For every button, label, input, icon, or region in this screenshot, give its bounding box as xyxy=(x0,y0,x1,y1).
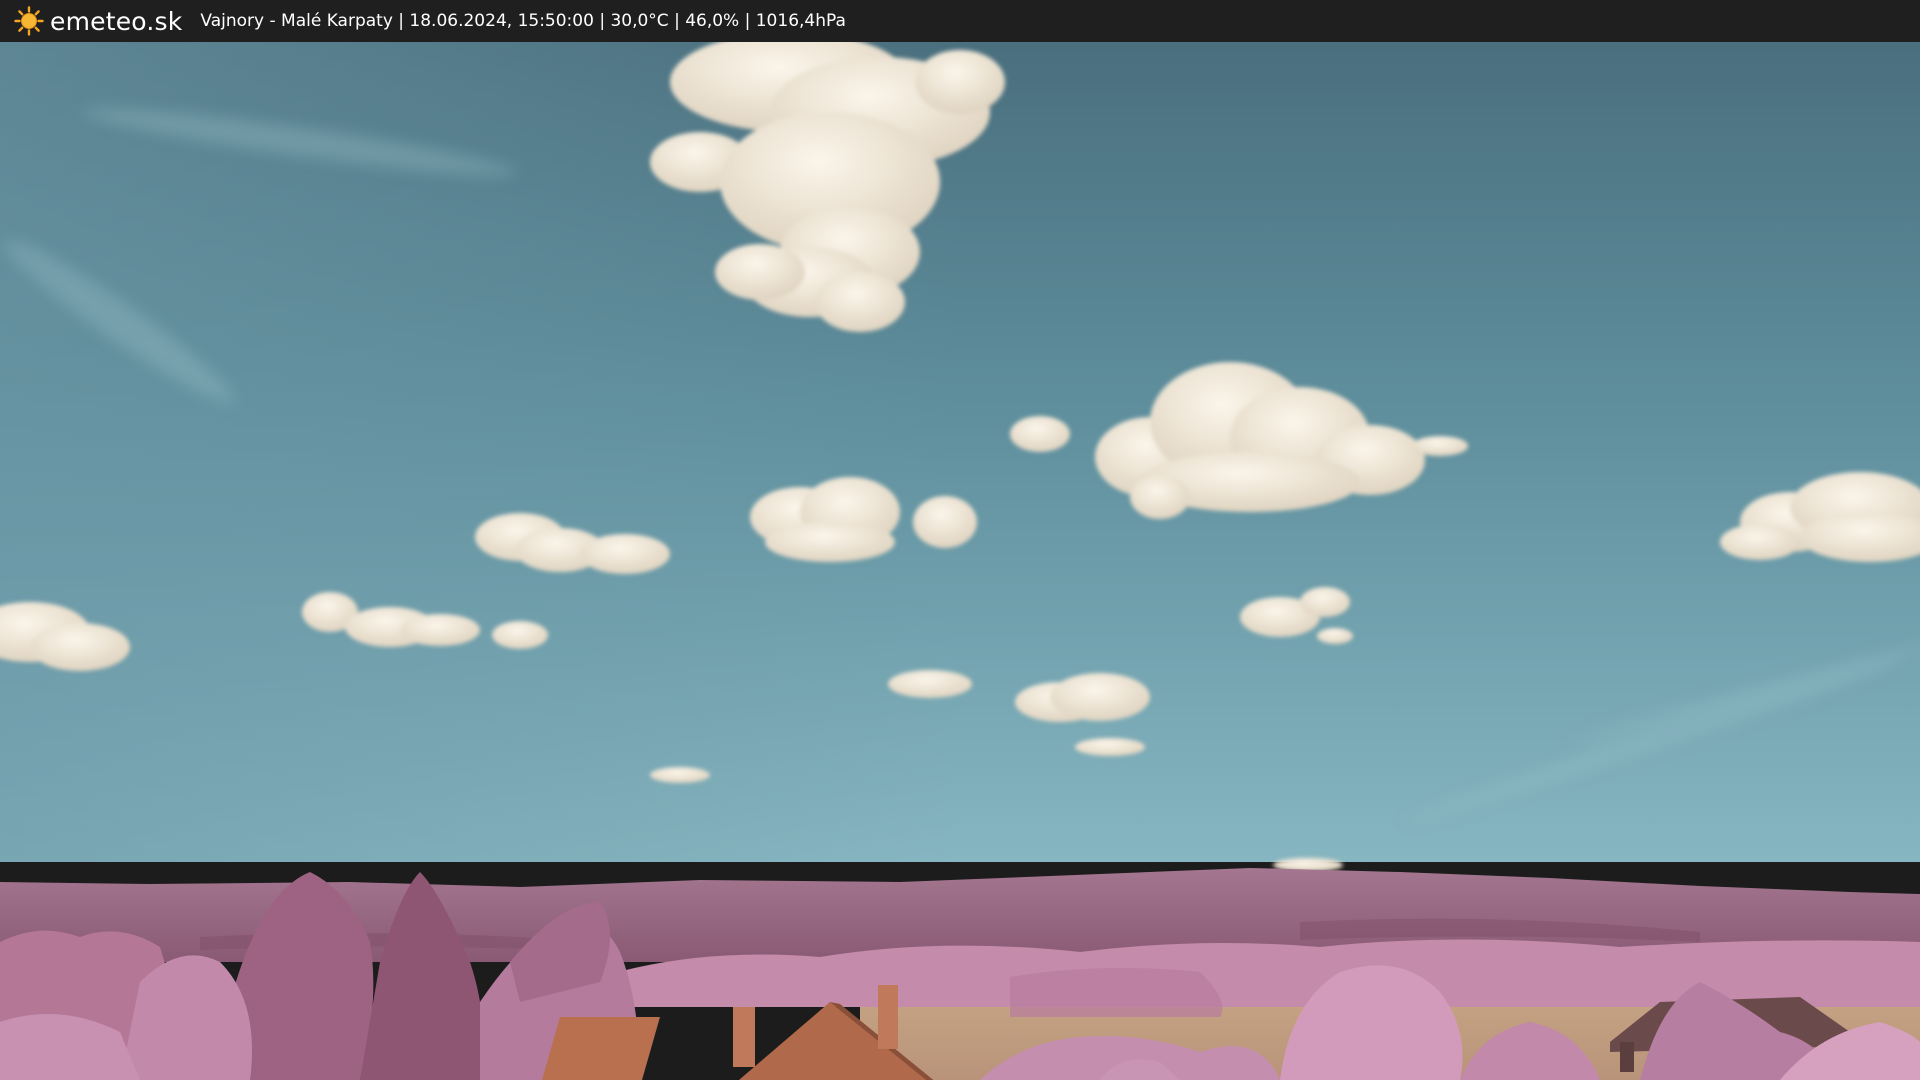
webcam-image xyxy=(0,42,1920,1080)
webcam-frame: emeteo.sk Vajnory - Malé Karpaty | 18.06… xyxy=(0,0,1920,1080)
brand-logo[interactable]: emeteo.sk xyxy=(14,0,182,42)
weather-status-line: Vajnory - Malé Karpaty | 18.06.2024, 15:… xyxy=(200,11,846,31)
brand-name: emeteo.sk xyxy=(50,6,183,36)
sun-icon xyxy=(14,6,44,36)
top-bar: emeteo.sk Vajnory - Malé Karpaty | 18.06… xyxy=(0,0,1920,42)
